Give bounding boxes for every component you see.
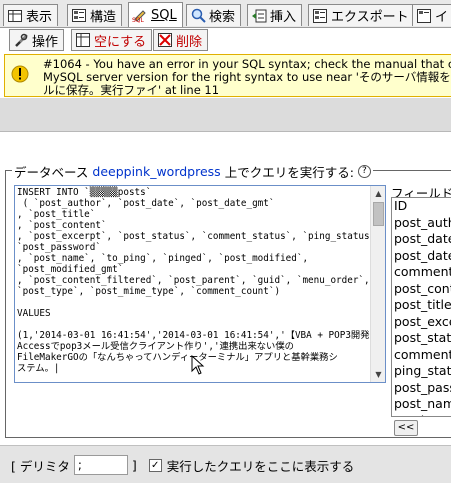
delimiter-label: [ デリミタ <box>11 458 70 474</box>
field-list-item[interactable]: post_title <box>392 297 451 314</box>
field-list-item[interactable]: post_statu <box>392 330 451 347</box>
tab-structure[interactable]: 構造 <box>67 4 123 26</box>
operations-label: 操作 <box>32 34 59 50</box>
field-list[interactable]: IDpost_authpost_datepost_datecomment_pos… <box>391 197 451 417</box>
operations-button[interactable]: 操作 <box>9 29 65 51</box>
sql-icon: SQL <box>132 7 148 23</box>
tab-label: 表示 <box>26 10 53 25</box>
tab-label: 構造 <box>90 10 117 25</box>
error-message: #1064 - You have an error in your SQL sy… <box>4 54 451 97</box>
help-icon[interactable]: ? <box>357 165 371 178</box>
svg-text:SQL: SQL <box>132 17 145 23</box>
database-link[interactable]: deeppink_wordpress <box>92 164 220 179</box>
insert-icon <box>251 8 267 24</box>
browse-icon <box>7 8 23 24</box>
import-icon <box>416 8 432 24</box>
field-list-item[interactable]: post_nam <box>392 396 451 413</box>
query-legend: データベース deeppink_wordpress 上でクエリを実行する: ? <box>12 162 373 181</box>
tab-label: エクスポート <box>331 10 409 25</box>
mouse-cursor-icon <box>191 354 205 378</box>
drop-icon <box>157 32 173 48</box>
tab-export[interactable]: エクスポート <box>308 4 415 26</box>
show-query-label: 実行したクエリをここに表示する <box>166 458 355 474</box>
delimiter-label-close: ] <box>131 457 137 473</box>
scroll-down-icon[interactable]: ▼ <box>371 367 385 382</box>
tab-label: SQL <box>151 7 177 23</box>
field-list-item[interactable]: comment_ <box>392 347 451 364</box>
field-list-item[interactable]: post_pass <box>392 380 451 397</box>
error-footer <box>0 98 451 132</box>
scroll-up-icon[interactable]: ▲ <box>371 186 385 201</box>
warning-icon <box>11 65 29 83</box>
field-list-item[interactable]: post_date <box>392 248 451 265</box>
field-list-item[interactable]: to_ping <box>392 413 451 417</box>
field-list-item[interactable]: ping_statu <box>392 363 451 380</box>
search-icon <box>190 8 206 24</box>
empty-table-button[interactable]: 空にする <box>71 29 153 51</box>
error-line: ルに保存。実行ファイ' at line 11 <box>43 83 220 97</box>
tab-label: 挿入 <box>270 10 297 25</box>
field-list-item[interactable]: post_date <box>392 231 451 248</box>
field-list-item[interactable]: ID <box>392 198 451 215</box>
structure-icon <box>71 8 87 24</box>
operations-bar: 操作 空にする 削除 <box>0 28 451 52</box>
legend-suffix: 上でクエリを実行する: <box>224 165 354 180</box>
bottom-options: [ デリミタ ; ] ✓ 実行したクエリをここに表示する <box>0 445 451 483</box>
tab-insert[interactable]: 挿入 <box>247 4 303 26</box>
field-list-item[interactable]: post_auth <box>392 215 451 232</box>
insert-field-button[interactable]: << <box>394 420 418 436</box>
sql-query-text: INSERT INTO `▒▒▒▒▒posts` ( `post_author`… <box>17 187 381 374</box>
drop-label: 削除 <box>176 34 203 50</box>
drop-table-button[interactable]: 削除 <box>153 29 209 51</box>
export-icon <box>312 8 328 24</box>
legend-prefix: データベース <box>14 165 89 180</box>
tab-sql[interactable]: SQL SQL <box>128 2 183 27</box>
field-list-item[interactable]: post_cont <box>392 281 451 298</box>
query-scrollbar[interactable]: ▲ ▼ <box>370 186 385 382</box>
field-list-item[interactable]: comment_ <box>392 264 451 281</box>
show-query-checkbox[interactable]: ✓ <box>148 458 162 472</box>
empty-icon <box>75 32 91 48</box>
sql-query-textarea[interactable]: INSERT INTO `▒▒▒▒▒posts` ( `post_author`… <box>14 185 386 383</box>
empty-label: 空にする <box>94 34 147 50</box>
tab-import[interactable]: イ <box>412 4 451 26</box>
delimiter-input[interactable]: ; <box>73 455 128 475</box>
tab-label: 検索 <box>209 10 236 25</box>
wrench-icon <box>13 32 29 48</box>
tab-browse[interactable]: 表示 <box>3 4 59 26</box>
field-list-item[interactable]: post_exce <box>392 314 451 331</box>
tab-label: イ <box>435 10 449 25</box>
tab-bar: 表示 構造 SQL SQL 検索 挿入 エクスポート イ <box>0 0 451 28</box>
tab-search[interactable]: 検索 <box>186 4 242 26</box>
scroll-thumb[interactable] <box>373 202 384 226</box>
